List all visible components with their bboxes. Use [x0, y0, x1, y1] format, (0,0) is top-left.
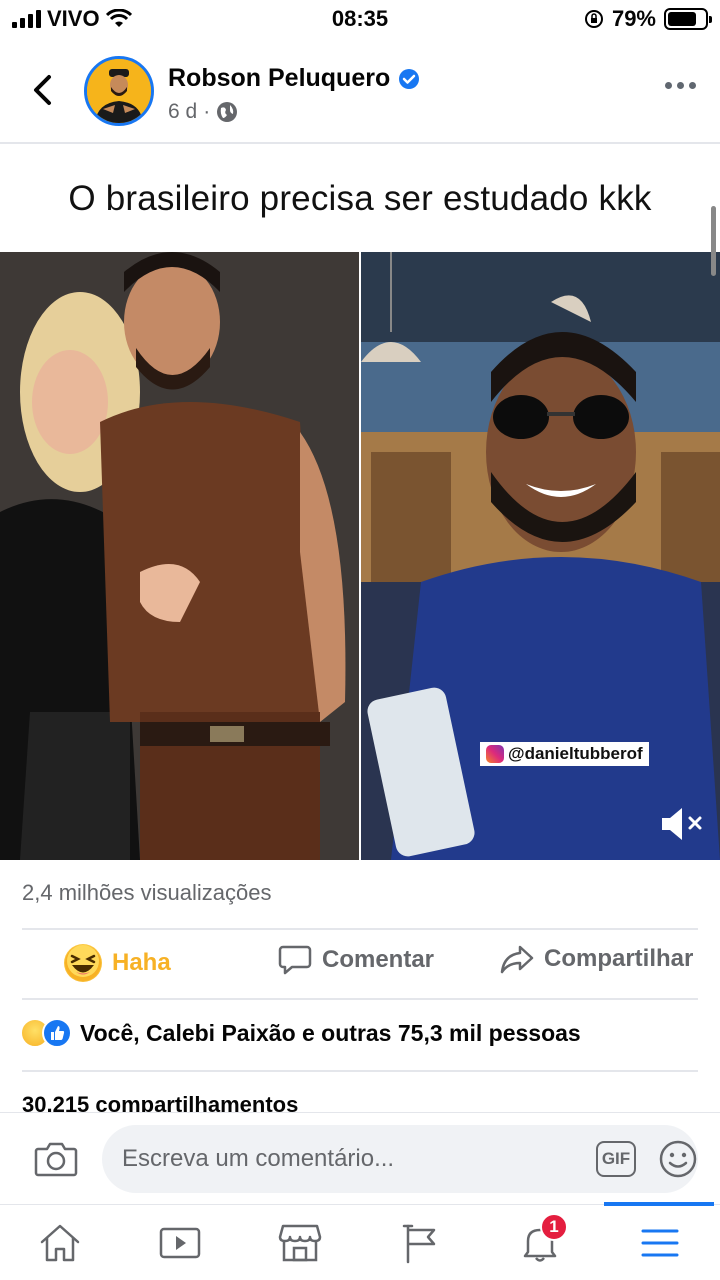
more-options-button[interactable]: [665, 82, 696, 89]
meta-separator: ·: [203, 100, 211, 123]
comment-placeholder[interactable]: Escreva um comentário...: [122, 1145, 394, 1173]
author-name[interactable]: Robson Peluquero: [168, 64, 420, 93]
tab-marketplace[interactable]: [270, 1215, 330, 1271]
tab-pages[interactable]: [390, 1215, 450, 1271]
video-icon: [159, 1227, 201, 1259]
tab-video[interactable]: [150, 1215, 210, 1271]
instagram-icon: [486, 745, 504, 763]
battery-percent: 79%: [611, 6, 656, 31]
comment-composer: Escreva um comentário... GIF: [0, 1112, 720, 1204]
reactions-text[interactable]: Você, Calebi Paixão e outras 75,3 mil pe…: [80, 1020, 581, 1047]
post-video[interactable]: O brasileiro precisa ser estudado kkk @d…: [0, 146, 720, 860]
avatar-person-icon: [87, 59, 151, 123]
share-label[interactable]: Compartilhar: [544, 945, 693, 973]
bottom-tab-bar: 1: [0, 1202, 720, 1280]
like-reaction-icon: [42, 1018, 72, 1048]
share-button[interactable]: Compartilhar: [500, 944, 693, 974]
video-left-panel: [0, 252, 359, 860]
video-caption: O brasileiro precisa ser estudado kkk: [68, 179, 652, 218]
globe-icon: [217, 102, 238, 122]
pages-flag-icon: [402, 1224, 436, 1264]
divider: [22, 1070, 698, 1072]
comment-label[interactable]: Comentar: [322, 946, 434, 974]
scroll-indicator: [711, 206, 716, 276]
avatar[interactable]: [84, 56, 154, 126]
chevron-left-icon: [34, 75, 51, 105]
action-bar: Haha Comentar Compartilhar: [0, 930, 720, 998]
share-arrow-icon: [500, 945, 534, 974]
man-sunglasses-illustration: [361, 252, 720, 860]
post-header: Robson Peluquero 6 d ·: [0, 44, 720, 144]
view-count: 2,4 milhões visualizações: [22, 880, 272, 905]
post-meta: 6 d ·: [168, 100, 238, 124]
author-name-text[interactable]: Robson Peluquero: [168, 64, 390, 93]
reaction-icons: [20, 1018, 72, 1048]
gif-button[interactable]: GIF: [596, 1141, 636, 1177]
speaker-muted-icon: [662, 808, 702, 840]
video-right-panel: [361, 252, 720, 860]
verified-badge-icon: [399, 68, 420, 89]
haha-emoji-icon: [64, 944, 102, 982]
emoji-button[interactable]: [658, 1139, 698, 1179]
couple-photo-illustration: [0, 252, 359, 860]
watermark-handle: @danieltubberof: [508, 744, 643, 763]
divider: [22, 998, 698, 1000]
comment-button[interactable]: Comentar: [278, 944, 434, 976]
post-age: 6 d: [168, 100, 198, 123]
back-button[interactable]: [20, 68, 64, 112]
video-caption-box: O brasileiro precisa ser estudado kkk: [0, 146, 720, 252]
camera-icon: [34, 1142, 78, 1177]
video-watermark: @danieltubberof: [480, 742, 649, 766]
share-count[interactable]: 30.215 compartilhamentos: [22, 1092, 298, 1114]
tab-home[interactable]: [30, 1215, 90, 1271]
reactions-summary[interactable]: Você, Calebi Paixão e outras 75,3 mil pe…: [20, 1018, 581, 1048]
gif-label: GIF: [601, 1149, 631, 1168]
status-bar: VIVO 08:35 79%: [0, 0, 720, 40]
tab-notifications[interactable]: 1: [510, 1213, 570, 1271]
mute-button[interactable]: [658, 802, 706, 846]
marketplace-icon: [278, 1224, 322, 1262]
smiley-icon: [659, 1140, 697, 1178]
camera-button[interactable]: [34, 1139, 78, 1179]
active-tab-indicator: [604, 1202, 714, 1206]
battery-icon: [664, 8, 712, 30]
menu-icon: [641, 1229, 679, 1257]
home-icon: [40, 1224, 80, 1262]
status-right: 79%: [584, 6, 712, 32]
comment-bubble-icon: [278, 945, 312, 975]
tab-menu[interactable]: [630, 1215, 690, 1271]
battery-fill: [668, 12, 697, 26]
haha-label[interactable]: Haha: [112, 949, 171, 977]
haha-reaction-button[interactable]: Haha: [64, 944, 171, 982]
orientation-lock-icon: [584, 10, 603, 28]
notification-badge: 1: [540, 1213, 568, 1241]
